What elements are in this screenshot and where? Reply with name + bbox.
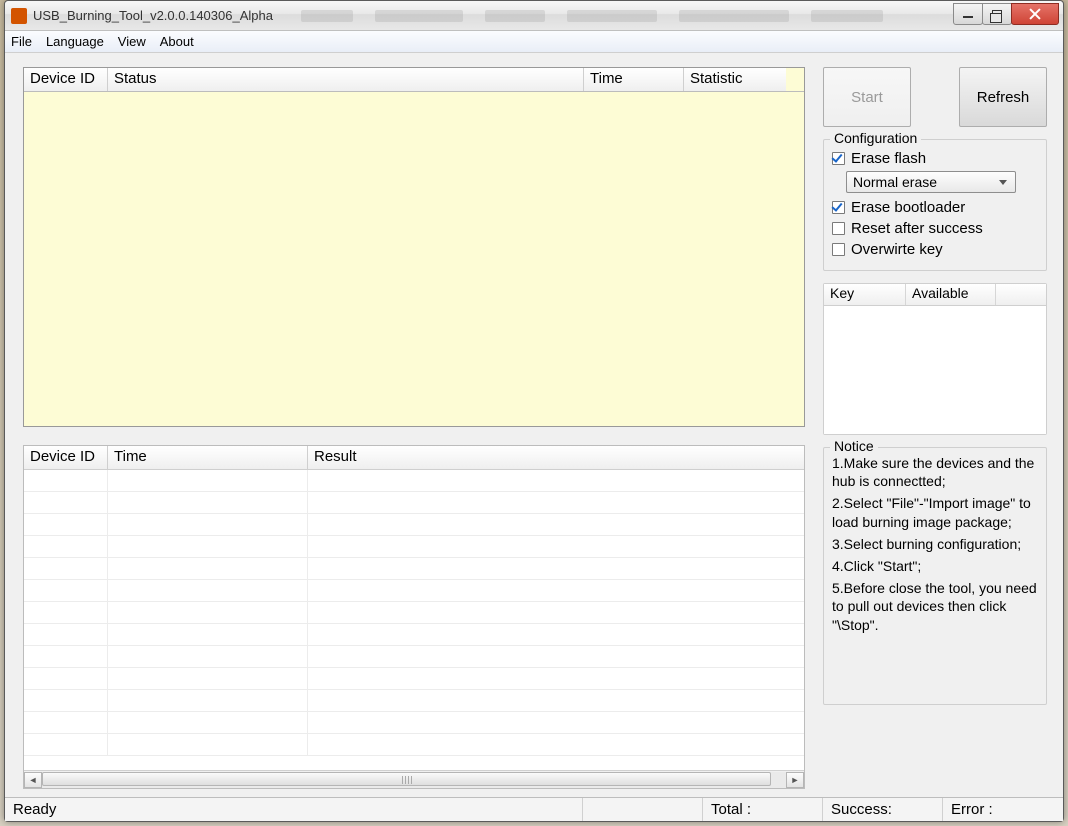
key-table-body[interactable] — [824, 306, 1046, 434]
table-row[interactable] — [24, 602, 804, 624]
erase-flash-checkbox[interactable] — [832, 152, 845, 165]
notice-line-1: 1.Make sure the devices and the hub is c… — [832, 454, 1038, 490]
overwrite-key-label: Overwirte key — [851, 241, 943, 258]
erase-mode-value: Normal erase — [853, 174, 937, 190]
table-row[interactable] — [24, 624, 804, 646]
client-area: Device ID Status Time Statistic Device I… — [5, 53, 1063, 797]
col-time[interactable]: Time — [108, 446, 308, 469]
close-icon — [1029, 8, 1041, 20]
erase-mode-combo[interactable]: Normal erase — [846, 171, 1016, 193]
col-device-id[interactable]: Device ID — [24, 68, 108, 91]
menu-file[interactable]: File — [11, 34, 32, 49]
statusbar: Ready Total : Success: Error : — [5, 797, 1063, 821]
table-row[interactable] — [24, 558, 804, 580]
notice-line-5: 5.Before close the tool, you need to pul… — [832, 579, 1038, 634]
refresh-button[interactable]: Refresh — [959, 67, 1047, 127]
start-button[interactable]: Start — [823, 67, 911, 127]
maximize-icon — [992, 10, 1002, 18]
status-blank — [583, 798, 703, 821]
status-total: Total : — [703, 798, 823, 821]
table-row[interactable] — [24, 492, 804, 514]
col-blank[interactable] — [996, 284, 1046, 305]
result-header: Device ID Time Result — [24, 446, 804, 470]
status-error: Error : — [943, 798, 1063, 821]
header-filler — [786, 68, 804, 91]
table-row[interactable] — [24, 514, 804, 536]
table-row[interactable] — [24, 470, 804, 492]
horizontal-scrollbar[interactable]: ◄ ► — [24, 770, 804, 788]
left-pane: Device ID Status Time Statistic Device I… — [23, 67, 805, 789]
key-table-group: Key Available — [823, 283, 1047, 435]
titlebar[interactable]: USB_Burning_Tool_v2.0.0.140306_Alpha — [5, 1, 1063, 31]
app-icon — [11, 8, 27, 24]
scroll-left-icon[interactable]: ◄ — [24, 772, 42, 788]
notice-group: Notice 1.Make sure the devices and the h… — [823, 447, 1047, 705]
notice-legend: Notice — [830, 438, 878, 454]
configuration-group: Configuration Erase flash Normal erase E… — [823, 139, 1047, 271]
menu-view[interactable]: View — [118, 34, 146, 49]
overwrite-key-checkbox[interactable] — [832, 243, 845, 256]
table-row[interactable] — [24, 580, 804, 602]
table-row[interactable] — [24, 712, 804, 734]
window-title: USB_Burning_Tool_v2.0.0.140306_Alpha — [33, 8, 273, 23]
col-available[interactable]: Available — [906, 284, 996, 305]
menu-language[interactable]: Language — [46, 34, 104, 49]
notice-line-4: 4.Click "Start"; — [832, 557, 1038, 575]
col-device-id[interactable]: Device ID — [24, 446, 108, 469]
erase-bootloader-checkbox[interactable] — [832, 201, 845, 214]
table-row[interactable] — [24, 668, 804, 690]
result-grid[interactable]: Device ID Time Result — [23, 445, 805, 789]
table-row[interactable] — [24, 646, 804, 668]
scroll-right-icon[interactable]: ► — [786, 772, 804, 788]
col-key[interactable]: Key — [824, 284, 906, 305]
table-row[interactable] — [24, 734, 804, 756]
minimize-button[interactable] — [953, 3, 983, 25]
col-statistic[interactable]: Statistic — [684, 68, 786, 91]
col-time[interactable]: Time — [584, 68, 684, 91]
notice-line-2: 2.Select "File"-"Import image" to load b… — [832, 494, 1038, 530]
col-status[interactable]: Status — [108, 68, 584, 91]
key-table-header: Key Available — [824, 284, 1046, 306]
scroll-thumb[interactable] — [42, 772, 771, 786]
scroll-track[interactable] — [42, 772, 786, 788]
device-status-grid[interactable]: Device ID Status Time Statistic — [23, 67, 805, 427]
menubar: File Language View About — [5, 31, 1063, 53]
erase-bootloader-label: Erase bootloader — [851, 199, 965, 216]
erase-flash-label: Erase flash — [851, 150, 926, 167]
side-panel: Start Refresh Configuration Erase flash … — [823, 67, 1047, 705]
table-row[interactable] — [24, 690, 804, 712]
status-success: Success: — [823, 798, 943, 821]
reset-after-success-checkbox[interactable] — [832, 222, 845, 235]
notice-line-3: 3.Select burning configuration; — [832, 535, 1038, 553]
configuration-legend: Configuration — [830, 130, 921, 146]
result-rows — [24, 470, 804, 770]
reset-after-success-label: Reset after success — [851, 220, 983, 237]
table-row[interactable] — [24, 536, 804, 558]
maximize-button[interactable] — [982, 3, 1012, 25]
background-tabs — [301, 10, 954, 22]
status-ready: Ready — [5, 798, 583, 821]
menu-about[interactable]: About — [160, 34, 194, 49]
close-button[interactable] — [1011, 3, 1059, 25]
app-window: USB_Burning_Tool_v2.0.0.140306_Alpha Fil… — [4, 0, 1064, 822]
device-status-header: Device ID Status Time Statistic — [24, 68, 804, 92]
minimize-icon — [963, 16, 973, 18]
col-result[interactable]: Result — [308, 446, 804, 469]
